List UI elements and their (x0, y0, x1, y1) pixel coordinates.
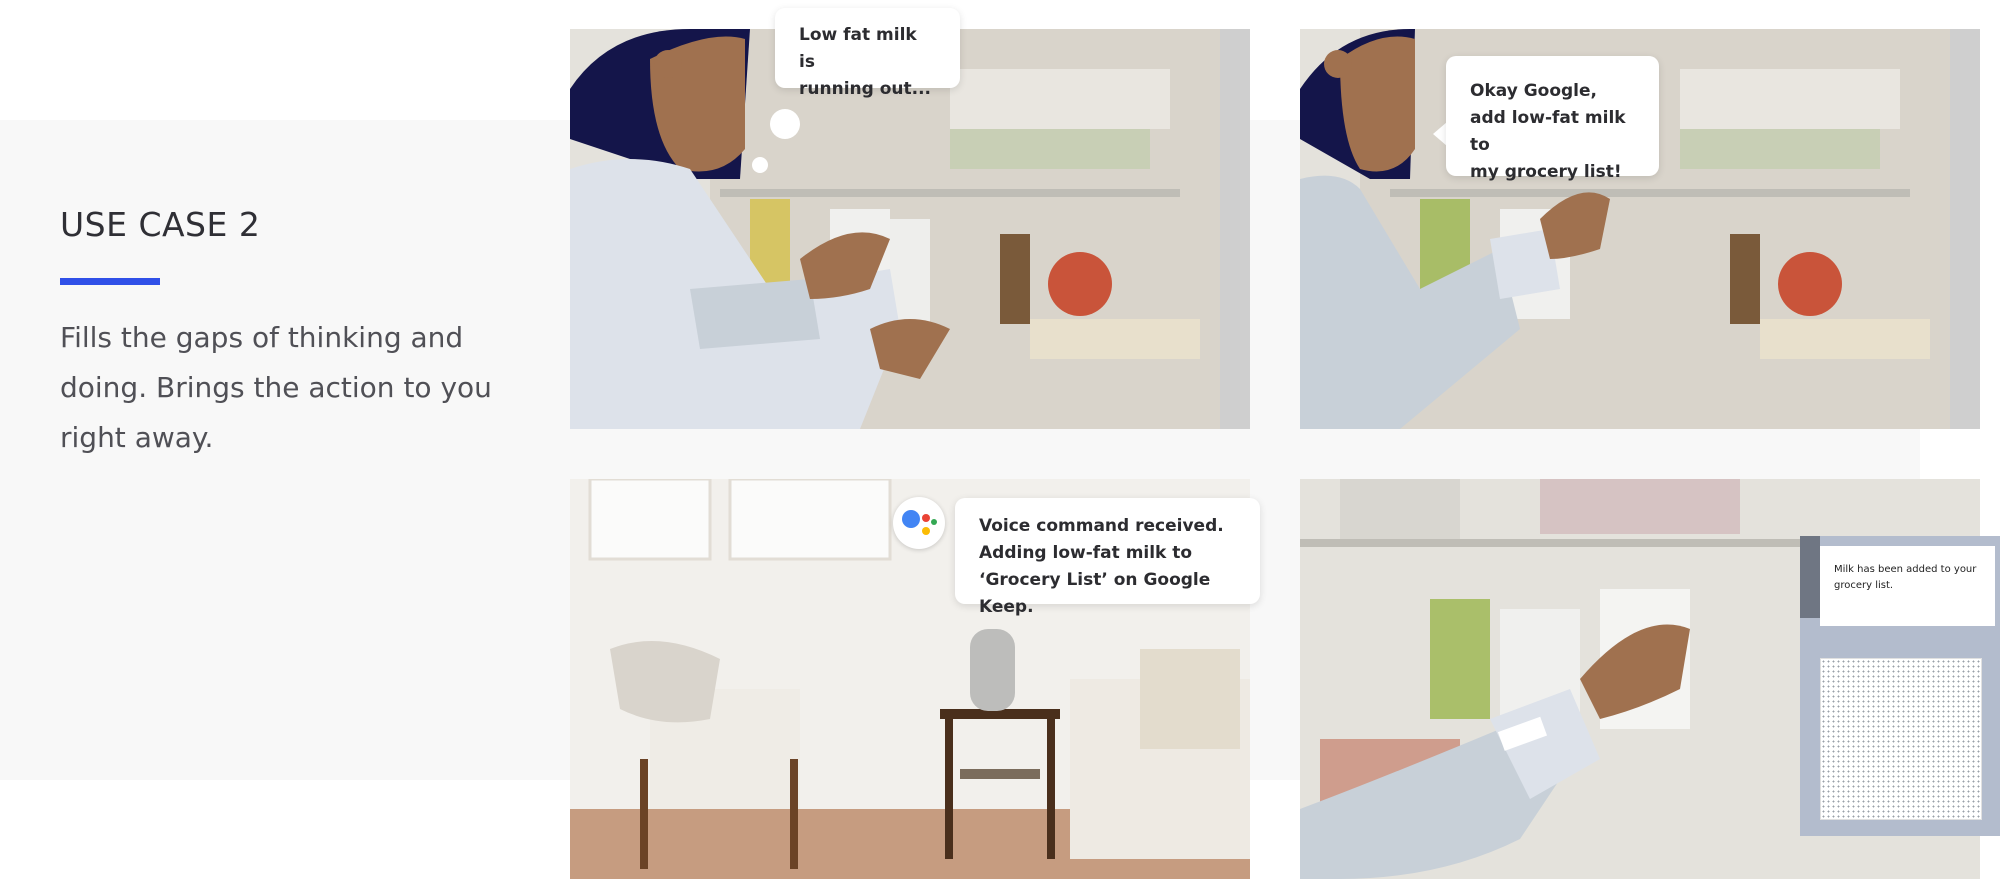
section-description: Fills the gaps of thinking and doing. Br… (60, 321, 492, 454)
phone-screen-grid (1820, 658, 1982, 820)
assistant-response-bubble: Voice command received. Adding low-fat m… (955, 498, 1260, 617)
notification-card: Milk has been added to your grocery list… (1820, 546, 1995, 626)
section-title: USE CASE 2 (60, 205, 261, 244)
google-assistant-icon (893, 497, 945, 549)
phone-frame-edge (1800, 536, 1820, 618)
accent-rule (60, 278, 160, 285)
thought-dot-large (770, 109, 800, 139)
thought-dot-small (752, 157, 768, 173)
speech-bubble: Okay Google, add low-fat milk to my groc… (1446, 56, 1659, 182)
speech-bubble-tail (1433, 122, 1447, 146)
intro-block: USE CASE 2 Fills the gaps of thinking an… (60, 205, 530, 463)
thought-bubble: Low fat milk is running out... (775, 8, 960, 99)
phone-mockup: Milk has been added to your grocery list… (1800, 536, 2000, 836)
